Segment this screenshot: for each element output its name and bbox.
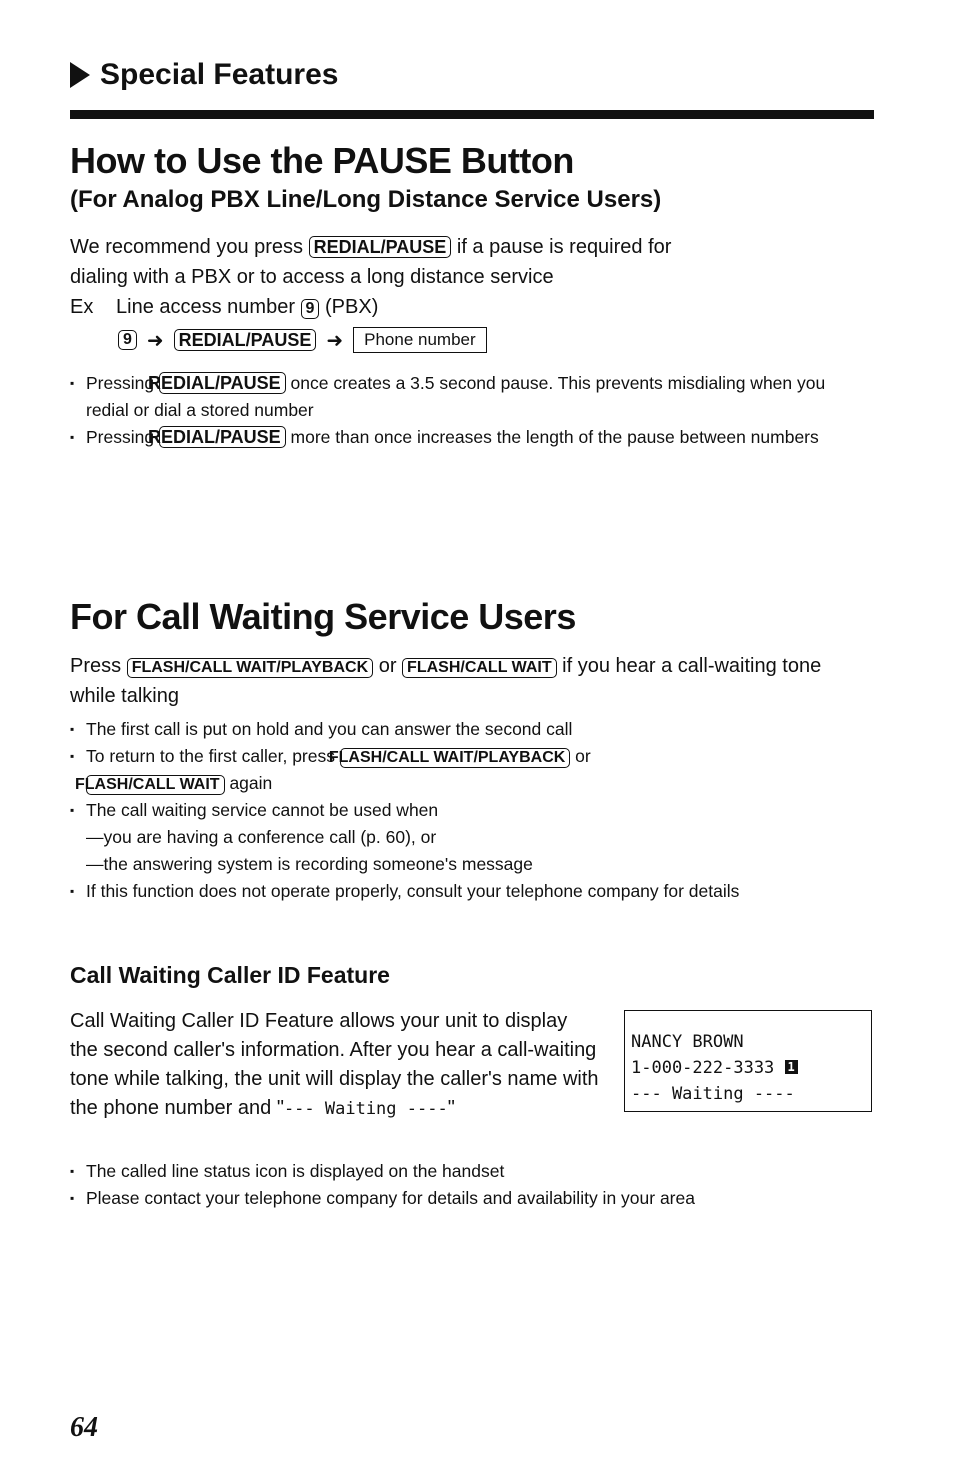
bullet-item: The call waiting service cannot be used … xyxy=(70,797,870,824)
redial-pause-key: REDIAL/PAUSE xyxy=(173,329,317,351)
bullet-item: Please contact your telephone company fo… xyxy=(70,1185,890,1212)
dash-item: —you are having a conference call (p. 60… xyxy=(86,827,437,847)
flash-call-wait-playback-key: FLASH/CALL WAIT/PLAYBACK xyxy=(329,748,571,768)
section-title: Special Features xyxy=(100,58,339,91)
redial-pause-key: REDIAL/PAUSE xyxy=(308,236,452,258)
flash-call-wait-playback-key: FLASH/CALL WAIT/PLAYBACK xyxy=(126,658,374,678)
call-waiting-title: For Call Waiting Service Users xyxy=(70,596,576,637)
caller-id-paragraph: Call Waiting Caller ID Feature allows yo… xyxy=(70,1010,599,1119)
page-number: 64 xyxy=(70,1412,98,1443)
redial-pause-key: REDIAL/PAUSE xyxy=(148,372,286,394)
pause-subtitle: (For Analog PBX Line/Long Distance Servi… xyxy=(70,186,662,213)
lcd-status: --- Waiting ---- xyxy=(631,1084,795,1104)
key-9: 9 xyxy=(118,330,137,350)
dial-sequence: 9 ➜ REDIAL/PAUSE ➜ Phone number xyxy=(118,327,487,353)
dash-item: —the answering system is recording someo… xyxy=(86,854,533,874)
section-header: Special Features xyxy=(70,58,338,92)
bullet-item: To return to the first caller, press FLA… xyxy=(70,743,870,797)
lcd-number: 1-000-222-3333 1 xyxy=(631,1055,871,1081)
example-label: Ex xyxy=(70,296,94,318)
redial-pause-key: REDIAL/PAUSE xyxy=(148,426,286,448)
lcd-display: NANCY BROWN 1-000-222-3333 1 --- Waiting… xyxy=(624,1010,872,1112)
flash-call-wait-key: FLASH/CALL WAIT xyxy=(402,658,557,678)
arrow-icon: ➜ xyxy=(146,329,164,352)
caller-id-title: Call Waiting Caller ID Feature xyxy=(70,962,390,988)
line-status-icon: 1 xyxy=(784,1060,798,1074)
arrow-right-icon xyxy=(70,62,90,88)
call-waiting-notes: The first call is put on hold and you ca… xyxy=(70,716,870,905)
key-9: 9 xyxy=(300,299,320,319)
flash-call-wait-key: FLASH/CALL WAIT xyxy=(75,775,225,795)
pause-intro: We recommend you press REDIAL/PAUSE if a… xyxy=(70,232,870,322)
bullet-item: Pressing REDIAL/PAUSE once creates a 3.5… xyxy=(70,370,860,424)
caller-id-notes: The called line status icon is displayed… xyxy=(70,1158,890,1212)
pause-title: How to Use the PAUSE Button xyxy=(70,140,574,181)
bullet-item: If this function does not operate proper… xyxy=(70,878,870,905)
pause-notes: Pressing REDIAL/PAUSE once creates a 3.5… xyxy=(70,370,860,451)
arrow-icon: ➜ xyxy=(326,329,344,352)
bullet-item: The first call is put on hold and you ca… xyxy=(70,716,870,743)
call-waiting-intro: Press FLASH/CALL WAIT/PLAYBACK or FLASH/… xyxy=(70,655,822,707)
header-rule xyxy=(70,110,874,119)
phone-number-box: Phone number xyxy=(353,327,487,353)
bullet-item: The called line status icon is displayed… xyxy=(70,1158,890,1185)
bullet-item: Pressing REDIAL/PAUSE more than once inc… xyxy=(70,424,860,451)
lcd-name: NANCY BROWN xyxy=(631,1032,744,1052)
